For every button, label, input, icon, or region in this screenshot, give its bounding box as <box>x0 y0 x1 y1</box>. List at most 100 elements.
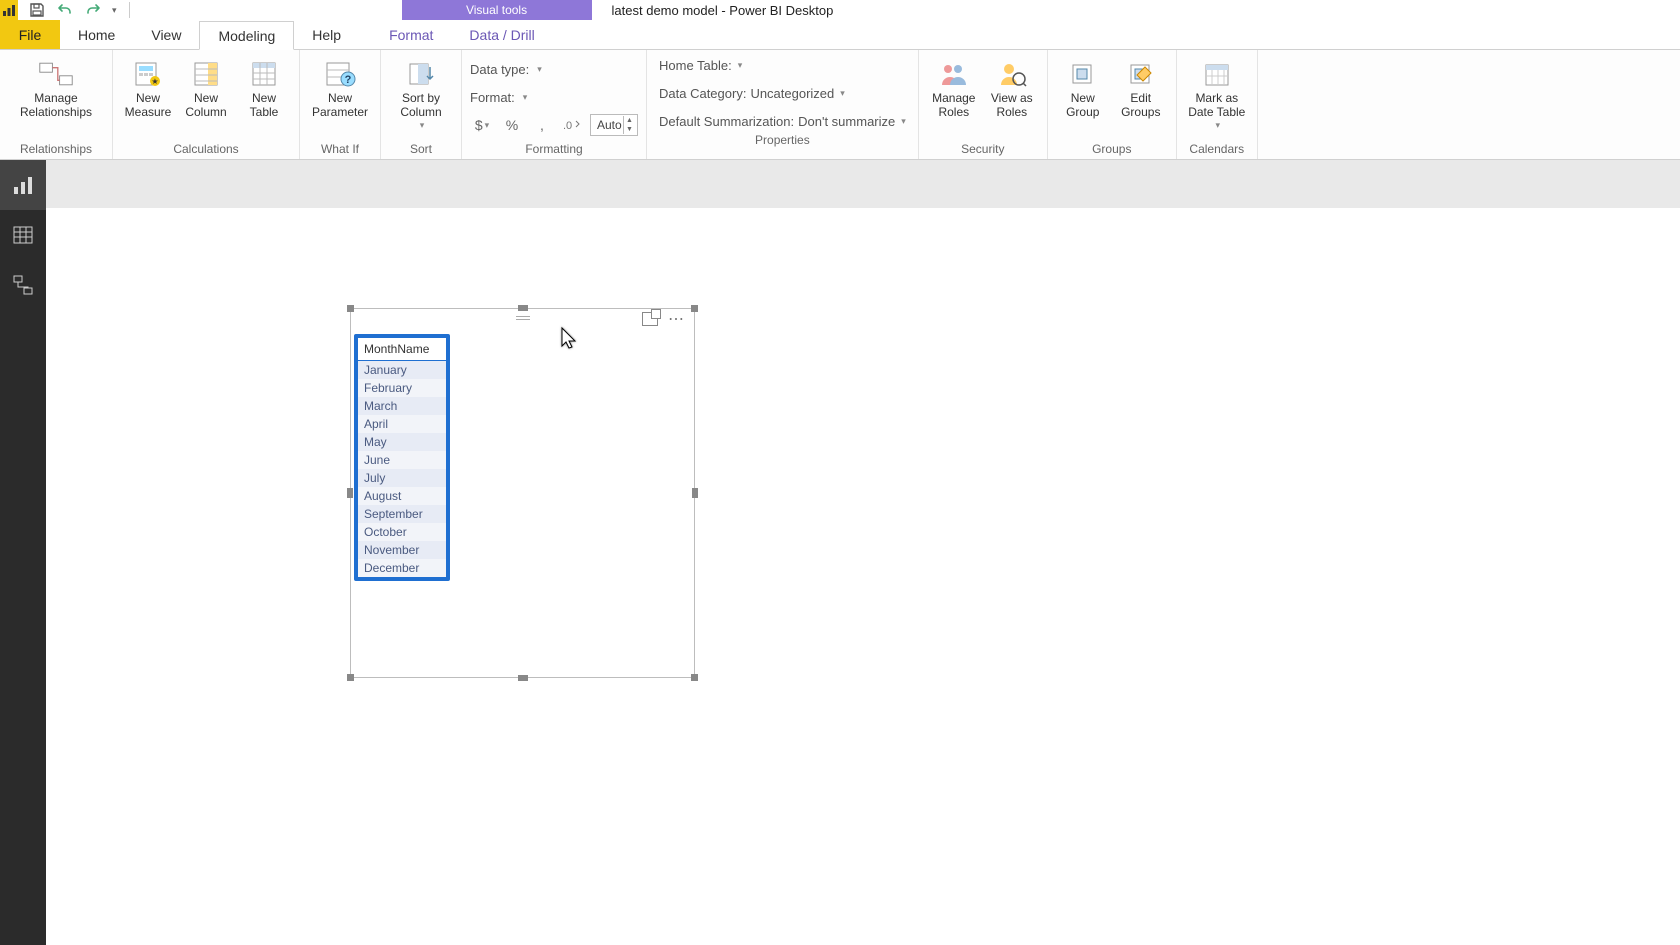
datatype-label: Data type: <box>470 62 529 77</box>
data-category-dropdown[interactable]: Data Category: Uncategorized ▾ <box>659 82 906 104</box>
manage-relationships-button[interactable]: Manage Relationships <box>8 54 104 120</box>
chevron-down-icon: ▾ <box>901 116 906 127</box>
save-icon[interactable] <box>28 1 46 19</box>
new-group-button[interactable]: New Group <box>1056 54 1110 120</box>
tab-help[interactable]: Help <box>294 20 359 49</box>
decimal-places-input[interactable]: Auto ▲ ▼ <box>590 114 638 136</box>
resize-handle[interactable] <box>347 488 353 498</box>
chevron-down-icon: ▾ <box>738 60 743 71</box>
tab-home[interactable]: Home <box>60 20 133 49</box>
edit-groups-label: Edit Groups <box>1121 92 1160 120</box>
table-icon <box>246 58 282 90</box>
table-visual[interactable]: ⋯ MonthName JanuaryFebruaryMarchAprilMay… <box>350 308 695 678</box>
new-column-button[interactable]: New Column <box>179 54 233 120</box>
new-group-label: New Group <box>1066 92 1099 120</box>
new-column-label: New Column <box>185 92 226 120</box>
format-label: Format: <box>470 90 515 105</box>
undo-icon[interactable] <box>56 1 74 19</box>
app-icon <box>0 0 18 20</box>
resize-handle[interactable] <box>518 305 528 311</box>
edit-groups-button[interactable]: Edit Groups <box>1114 54 1168 120</box>
contextual-tab-visual-tools: Visual tools <box>402 0 592 20</box>
new-table-label: New Table <box>250 92 279 120</box>
more-options-icon[interactable]: ⋯ <box>668 309 685 329</box>
view-as-roles-button[interactable]: View as Roles <box>985 54 1039 120</box>
table-cell[interactable]: September <box>358 505 446 523</box>
table-cell[interactable]: March <box>358 397 446 415</box>
decimals-button[interactable]: .0 <box>560 114 584 136</box>
column-icon <box>188 58 224 90</box>
table-cell[interactable]: November <box>358 541 446 559</box>
manage-relationships-label: Manage Relationships <box>20 92 92 120</box>
report-view-button[interactable] <box>0 160 46 210</box>
view-as-roles-label: View as Roles <box>991 92 1033 120</box>
group-whatif-label: What If <box>300 141 380 159</box>
data-view-button[interactable] <box>0 210 46 260</box>
table-cell[interactable]: October <box>358 523 446 541</box>
window-title: latest demo model - Power BI Desktop <box>592 0 834 20</box>
tab-datadrill[interactable]: Data / Drill <box>451 20 552 49</box>
canvas[interactable] <box>46 208 1680 945</box>
spin-up-icon[interactable]: ▲ <box>623 116 635 125</box>
table-cell[interactable]: May <box>358 433 446 451</box>
table-cell[interactable]: February <box>358 379 446 397</box>
decimal-places-value: Auto <box>597 118 622 132</box>
tab-file[interactable]: File <box>0 20 60 49</box>
new-measure-label: New Measure <box>125 92 172 120</box>
table-cell[interactable]: August <box>358 487 446 505</box>
chevron-down-icon: ▾ <box>840 88 845 99</box>
spin-down-icon[interactable]: ▼ <box>623 125 635 134</box>
comma-button[interactable]: , <box>530 114 554 136</box>
table-cell[interactable]: June <box>358 451 446 469</box>
percent-button[interactable]: % <box>500 114 524 136</box>
visual-drag-handle-icon[interactable] <box>516 316 530 320</box>
table-cell[interactable]: January <box>358 361 446 380</box>
group-security-label: Security <box>919 141 1047 159</box>
tab-format[interactable]: Format <box>371 20 451 49</box>
qat-customize-icon[interactable]: ▾ <box>112 5 117 16</box>
currency-button[interactable]: $▾ <box>470 114 494 136</box>
new-parameter-button[interactable]: ? New Parameter <box>308 54 372 120</box>
redo-icon[interactable] <box>84 1 102 19</box>
edit-groups-icon <box>1123 58 1159 90</box>
new-table-button[interactable]: New Table <box>237 54 291 120</box>
qat-separator <box>129 2 130 18</box>
default-summarization-dropdown[interactable]: Default Summarization: Don't summarize ▾ <box>659 110 906 132</box>
table-cell[interactable]: April <box>358 415 446 433</box>
chevron-down-icon: ▾ <box>523 92 528 103</box>
tab-view[interactable]: View <box>133 20 199 49</box>
column-header[interactable]: MonthName <box>358 338 446 361</box>
resize-handle[interactable] <box>692 488 698 498</box>
canvas-rulerspace <box>46 160 1680 208</box>
focus-mode-icon[interactable] <box>642 312 658 326</box>
format-dropdown[interactable]: Format: ▾ <box>470 86 638 108</box>
group-calendars-label: Calendars <box>1177 141 1257 159</box>
new-measure-button[interactable]: ★ New Measure <box>121 54 175 120</box>
chevron-down-icon: ▾ <box>1216 120 1221 131</box>
resize-handle[interactable] <box>347 305 354 312</box>
resize-handle[interactable] <box>347 674 354 681</box>
group-formatting-label: Formatting <box>462 141 646 159</box>
group-groups-label: Groups <box>1048 141 1176 159</box>
chevron-down-icon: ▾ <box>537 64 542 75</box>
mark-as-date-table-label: Mark as Date Table <box>1188 92 1245 120</box>
resize-handle[interactable] <box>691 305 698 312</box>
table-cell[interactable]: July <box>358 469 446 487</box>
view-as-roles-icon <box>994 58 1030 90</box>
months-table: MonthName JanuaryFebruaryMarchAprilMayJu… <box>358 338 446 577</box>
default-summarization-value: Don't summarize <box>798 114 895 129</box>
default-summarization-label: Default Summarization: <box>659 114 794 129</box>
manage-roles-button[interactable]: Manage Roles <box>927 54 981 120</box>
resize-handle[interactable] <box>518 675 528 681</box>
svg-text:★: ★ <box>151 77 158 86</box>
group-relationships-label: Relationships <box>0 141 112 159</box>
mark-as-date-table-button[interactable]: Mark as Date Table ▾ <box>1185 54 1249 131</box>
home-table-dropdown[interactable]: Home Table: ▾ <box>659 54 906 76</box>
model-view-button[interactable] <box>0 260 46 310</box>
sort-by-column-button[interactable]: Sort by Column ▾ <box>389 54 453 131</box>
table-cell[interactable]: December <box>358 559 446 577</box>
manage-roles-label: Manage Roles <box>932 92 975 120</box>
datatype-dropdown[interactable]: Data type: ▾ <box>470 58 638 80</box>
tab-modeling[interactable]: Modeling <box>199 21 294 50</box>
resize-handle[interactable] <box>691 674 698 681</box>
